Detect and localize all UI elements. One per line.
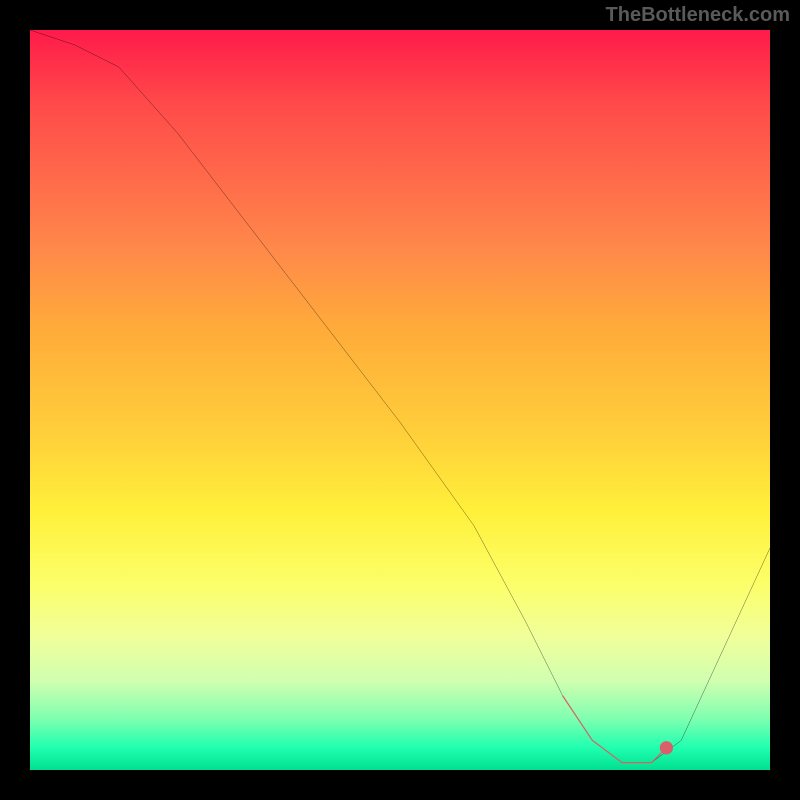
optimal-range-highlight (563, 696, 667, 763)
chart-plot-area (30, 30, 770, 770)
watermark-text: TheBottleneck.com (606, 4, 790, 27)
chart-svg (30, 30, 770, 770)
optimal-end-dot (660, 741, 673, 754)
bottleneck-curve-path (30, 30, 770, 763)
